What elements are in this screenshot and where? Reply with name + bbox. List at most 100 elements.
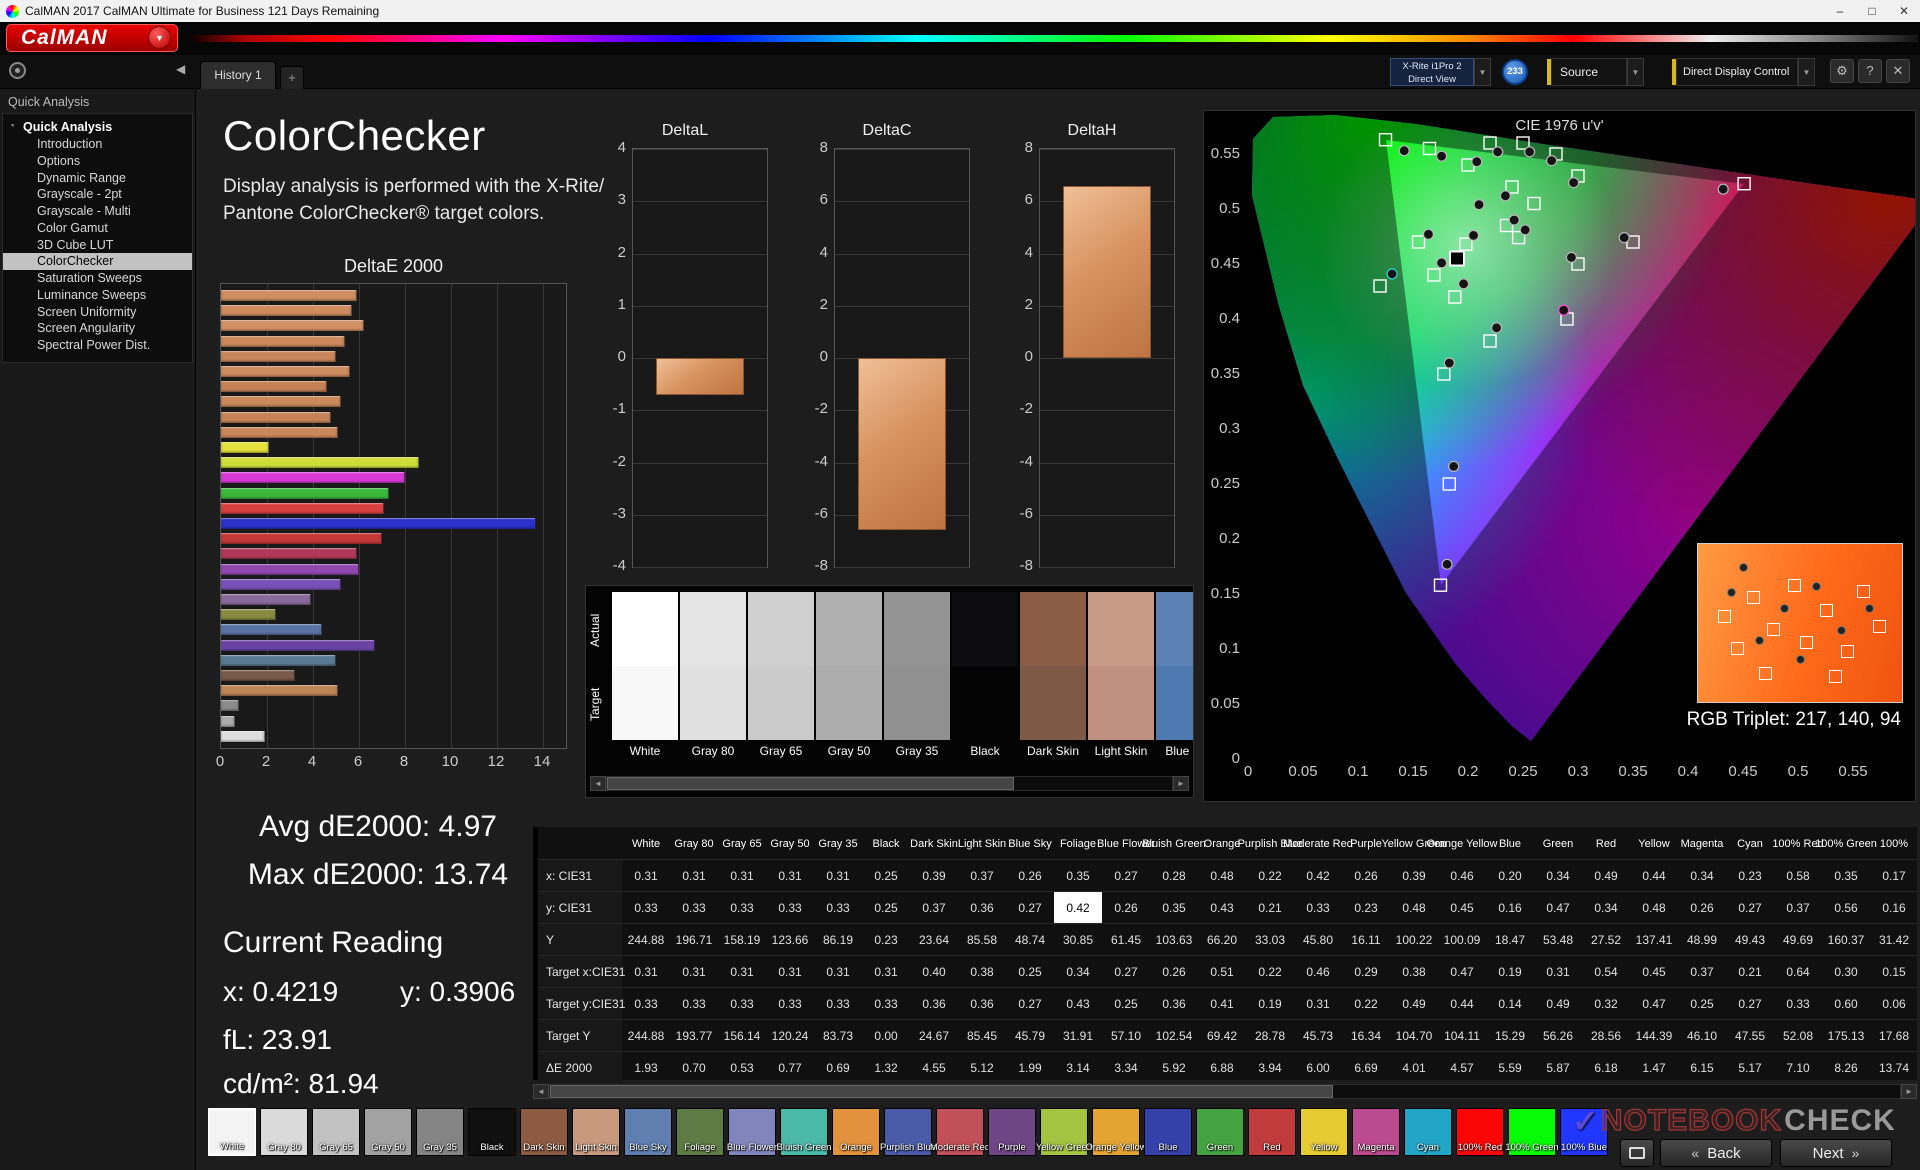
table-cell[interactable]: 83.73 xyxy=(814,1019,862,1051)
table-cell[interactable]: 0.42 xyxy=(1054,891,1102,923)
sidebar-item-dynamic-range[interactable]: Dynamic Range xyxy=(3,170,192,187)
table-cell[interactable]: 46.10 xyxy=(1678,1019,1726,1051)
table-cell[interactable]: 0.35 xyxy=(1150,891,1198,923)
bottom-swatch-purplish-blue[interactable]: Purplish Blue xyxy=(880,1108,936,1156)
table-cell[interactable]: 0.36 xyxy=(958,891,1006,923)
table-cell[interactable]: 0.33 xyxy=(622,987,670,1019)
table-cell[interactable]: 0.21 xyxy=(1246,891,1294,923)
table-cell[interactable]: 45.73 xyxy=(1294,1019,1342,1051)
table-cell[interactable]: 0.49 xyxy=(1582,859,1630,891)
bottom-swatch-gray-80[interactable]: Gray 80 xyxy=(260,1108,308,1156)
meter-status-badge[interactable]: 233 xyxy=(1502,59,1528,85)
table-cell[interactable]: 30.85 xyxy=(1054,923,1102,955)
table-cell[interactable]: 123.66 xyxy=(766,923,814,955)
table-cell[interactable]: 0.56 xyxy=(1822,891,1870,923)
table-cell[interactable]: 6.00 xyxy=(1294,1051,1342,1083)
table-cell[interactable]: 0.54 xyxy=(1582,955,1630,987)
table-cell[interactable]: 6.69 xyxy=(1342,1051,1390,1083)
tab-history-1[interactable]: History 1 xyxy=(200,61,276,89)
table-cell[interactable]: 0.22 xyxy=(1342,987,1390,1019)
table-cell[interactable]: 3.94 xyxy=(1246,1051,1294,1083)
table-scroll-thumb[interactable] xyxy=(550,1085,1333,1098)
table-cell[interactable]: 8.26 xyxy=(1822,1051,1870,1083)
table-cell[interactable]: 6.15 xyxy=(1678,1051,1726,1083)
table-cell[interactable]: 28.56 xyxy=(1582,1019,1630,1051)
table-cell[interactable]: 0.33 xyxy=(718,891,766,923)
table-cell[interactable]: 0.42 xyxy=(1294,859,1342,891)
table-cell[interactable]: 18.47 xyxy=(1486,923,1534,955)
table-scrollbar[interactable]: ◄ ► xyxy=(533,1084,1917,1099)
table-cell[interactable]: 0.25 xyxy=(1678,987,1726,1019)
table-cell[interactable]: 5.92 xyxy=(1150,1051,1198,1083)
table-cell[interactable]: 104.11 xyxy=(1438,1019,1486,1051)
table-cell[interactable]: 0.31 xyxy=(622,859,670,891)
table-cell[interactable]: 0.31 xyxy=(1534,955,1582,987)
table-cell[interactable]: 0.70 xyxy=(670,1051,718,1083)
table-cell[interactable]: 57.10 xyxy=(1102,1019,1150,1051)
add-tab-button[interactable]: + xyxy=(280,66,304,89)
table-cell[interactable]: 16.11 xyxy=(1342,923,1390,955)
table-cell[interactable]: 0.26 xyxy=(1150,955,1198,987)
sidebar-item-spectral-power-dist[interactable]: Spectral Power Dist. xyxy=(3,337,192,354)
table-cell[interactable]: 17.68 xyxy=(1870,1019,1918,1051)
table-cell[interactable]: 69.42 xyxy=(1198,1019,1246,1051)
table-cell[interactable]: 0.31 xyxy=(622,955,670,987)
table-cell[interactable]: 0.20 xyxy=(1486,859,1534,891)
table-cell[interactable]: 85.58 xyxy=(958,923,1006,955)
table-cell[interactable]: 0.23 xyxy=(862,923,910,955)
patch-swatch-black[interactable]: Black xyxy=(952,592,1018,764)
table-cell[interactable]: 0.31 xyxy=(718,955,766,987)
scroll-left-icon[interactable]: ◄ xyxy=(590,776,606,791)
table-cell[interactable]: 0.25 xyxy=(862,891,910,923)
bottom-swatch-orange-yellow[interactable]: Orange Yellow xyxy=(1085,1108,1147,1156)
table-cell[interactable]: 0.40 xyxy=(910,955,958,987)
session-close-icon[interactable]: ✕ xyxy=(1886,59,1910,83)
table-cell[interactable]: 0.34 xyxy=(1054,955,1102,987)
table-cell[interactable]: 31.91 xyxy=(1054,1019,1102,1051)
table-cell[interactable]: 0.46 xyxy=(1438,859,1486,891)
table-cell[interactable]: 0.31 xyxy=(814,859,862,891)
table-scroll-track[interactable] xyxy=(549,1084,1901,1099)
table-cell[interactable]: 0.69 xyxy=(814,1051,862,1083)
table-cell[interactable]: 0.21 xyxy=(1726,955,1774,987)
strip-scrollbar[interactable]: ◄ ► xyxy=(590,776,1189,791)
sidebar-item-grayscale-multi[interactable]: Grayscale - Multi xyxy=(3,203,192,220)
sidebar-item-3d-cube-lut[interactable]: 3D Cube LUT xyxy=(3,237,192,254)
help-icon[interactable]: ? xyxy=(1858,59,1882,83)
table-cell[interactable]: 0.39 xyxy=(1390,859,1438,891)
bottom-swatch-black[interactable]: Black xyxy=(468,1108,516,1156)
table-cell[interactable]: 0.46 xyxy=(1294,955,1342,987)
table-cell[interactable]: 244.88 xyxy=(622,923,670,955)
table-cell[interactable]: 0.33 xyxy=(766,891,814,923)
sidebar-collapse-icon[interactable]: ◀ xyxy=(176,62,185,76)
table-cell[interactable]: 0.25 xyxy=(862,859,910,891)
table-cell[interactable]: 0.23 xyxy=(1342,891,1390,923)
bottom-swatch-100-red[interactable]: 100% Red xyxy=(1456,1108,1504,1156)
table-cell[interactable]: 5.59 xyxy=(1486,1051,1534,1083)
table-cell[interactable]: 103.63 xyxy=(1150,923,1198,955)
table-cell[interactable]: 1.99 xyxy=(1006,1051,1054,1083)
bottom-swatch-blue[interactable]: Blue xyxy=(1144,1108,1192,1156)
table-cell[interactable]: 0.27 xyxy=(1006,987,1054,1019)
table-cell[interactable]: 160.37 xyxy=(1822,923,1870,955)
table-cell[interactable]: 0.27 xyxy=(1102,859,1150,891)
sidebar-item-color-gamut[interactable]: Color Gamut xyxy=(3,220,192,237)
sidebar-item-screen-angularity[interactable]: Screen Angularity xyxy=(3,320,192,337)
table-cell[interactable]: 100.09 xyxy=(1438,923,1486,955)
table-cell[interactable]: 49.43 xyxy=(1726,923,1774,955)
table-cell[interactable]: 0.26 xyxy=(1102,891,1150,923)
table-cell[interactable]: 0.60 xyxy=(1822,987,1870,1019)
patch-swatch-light-skin[interactable]: Light Skin xyxy=(1088,592,1154,764)
strip-scroll-track[interactable] xyxy=(606,776,1173,791)
bottom-swatch-foliage[interactable]: Foliage xyxy=(676,1108,724,1156)
table-cell[interactable]: 13.74 xyxy=(1870,1051,1918,1083)
table-cell[interactable]: 0.34 xyxy=(1534,859,1582,891)
bottom-swatch-bluish-green[interactable]: Bluish Green xyxy=(777,1108,831,1156)
table-cell[interactable]: 0.27 xyxy=(1102,955,1150,987)
table-cell[interactable]: 0.19 xyxy=(1486,955,1534,987)
sidebar-item-colorchecker[interactable]: ColorChecker xyxy=(3,253,192,270)
nav-circle-button[interactable] xyxy=(9,62,26,79)
table-cell[interactable]: 5.17 xyxy=(1726,1051,1774,1083)
table-cell[interactable]: 196.71 xyxy=(670,923,718,955)
table-cell[interactable]: 0.48 xyxy=(1198,859,1246,891)
